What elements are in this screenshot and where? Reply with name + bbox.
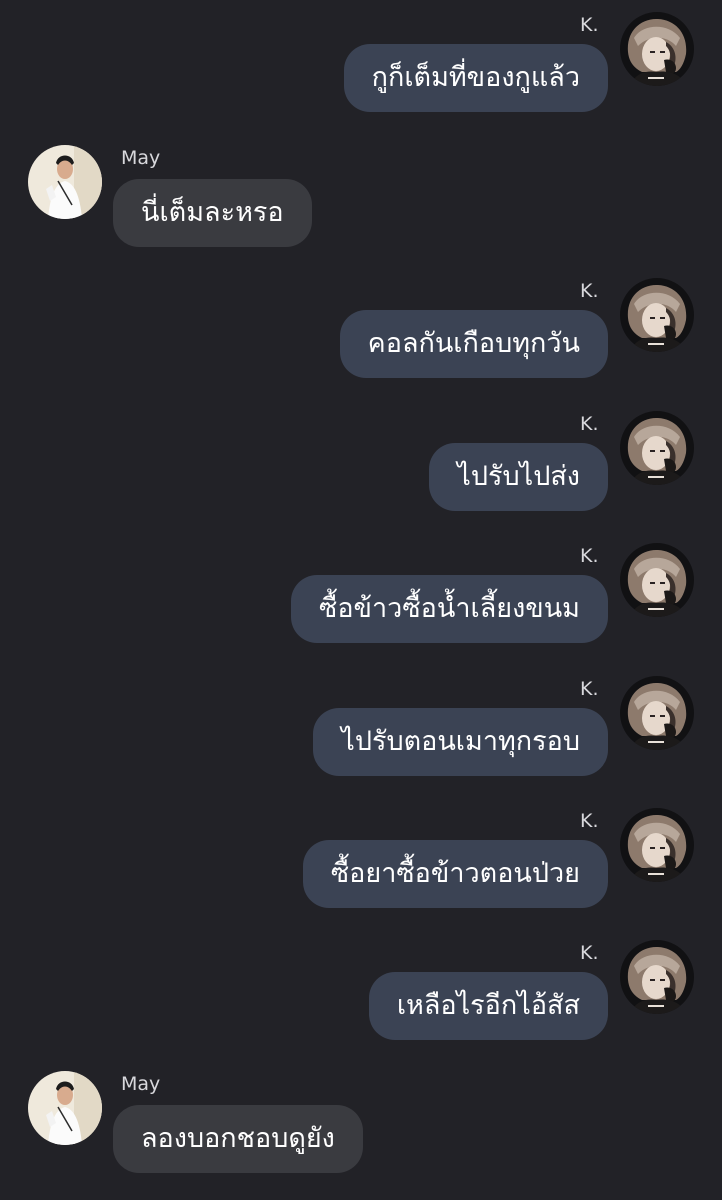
message-bubble[interactable]: ไปรับตอนเมาทุกรอบ	[313, 708, 608, 776]
message-bubble[interactable]: คอลกันเกือบทุกวัน	[339, 310, 608, 378]
sender-name: K.	[580, 413, 599, 435]
avatar[interactable]	[620, 676, 694, 750]
avatar[interactable]	[620, 411, 694, 485]
sender-name: May	[121, 147, 161, 169]
avatar[interactable]	[620, 940, 694, 1014]
avatar[interactable]	[620, 808, 694, 882]
avatar[interactable]	[620, 543, 694, 617]
message-bubble[interactable]: ไปรับไปส่ง	[429, 443, 608, 511]
sender-name: K.	[580, 810, 599, 832]
avatar[interactable]	[620, 12, 694, 86]
sender-name: K.	[580, 280, 599, 302]
avatar[interactable]	[28, 145, 102, 219]
message-bubble[interactable]: กูก็เต็มที่ของกูแล้ว	[343, 44, 608, 112]
sender-name: May	[121, 1073, 161, 1095]
message-bubble[interactable]: ซื้อยาซื้อข้าวตอนป่วย	[302, 840, 608, 908]
message-bubble[interactable]: นี่เต็มละหรอ	[113, 179, 312, 247]
message-bubble[interactable]: เหลือไรอีกไอ้สัส	[368, 972, 608, 1040]
sender-name: K.	[580, 678, 599, 700]
message-bubble[interactable]: ลองบอกชอบดูยัง	[113, 1105, 363, 1173]
message-bubble[interactable]: ซื้อข้าวซื้อน้ำเลี้ยงขนม	[291, 575, 608, 643]
sender-name: K.	[580, 545, 599, 567]
avatar[interactable]	[28, 1071, 102, 1145]
sender-name: K.	[580, 942, 599, 964]
avatar[interactable]	[620, 278, 694, 352]
sender-name: K.	[580, 14, 599, 36]
